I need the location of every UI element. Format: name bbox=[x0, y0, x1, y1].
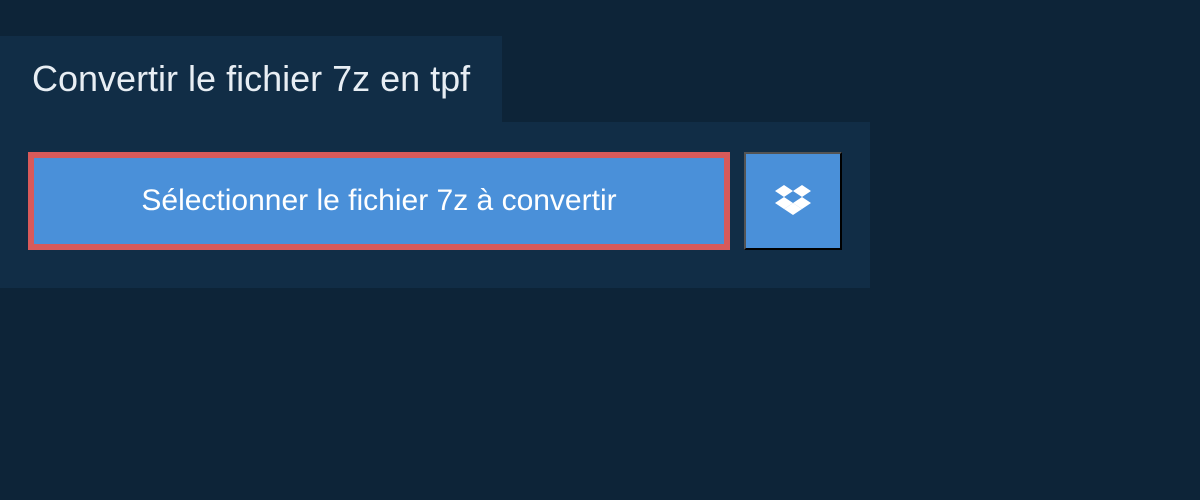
select-file-label: Sélectionner le fichier 7z à convertir bbox=[141, 184, 616, 217]
page-title-tab: Convertir le fichier 7z en tpf bbox=[0, 36, 502, 122]
select-file-button[interactable]: Sélectionner le fichier 7z à convertir bbox=[28, 152, 730, 250]
page-title: Convertir le fichier 7z en tpf bbox=[32, 58, 470, 100]
upload-panel: Sélectionner le fichier 7z à convertir bbox=[0, 122, 870, 288]
dropbox-button[interactable] bbox=[744, 152, 842, 250]
button-row: Sélectionner le fichier 7z à convertir bbox=[28, 152, 842, 250]
dropbox-icon bbox=[775, 182, 811, 221]
